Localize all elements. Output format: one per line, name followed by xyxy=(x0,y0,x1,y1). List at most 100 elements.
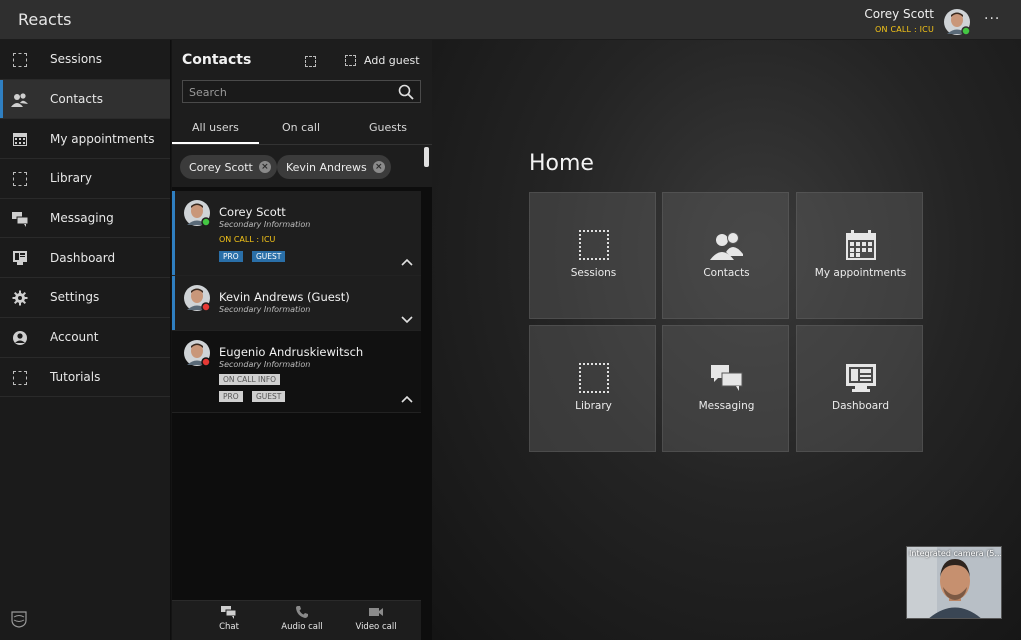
video-call-label: Video call xyxy=(355,622,397,632)
sidebar-item-dashboard[interactable]: Dashboard xyxy=(0,238,170,279)
audio-call-label: Audio call xyxy=(281,622,323,632)
close-icon[interactable]: × xyxy=(258,161,271,173)
chevron-up-icon[interactable] xyxy=(401,394,413,406)
philips-shield-icon xyxy=(10,610,28,628)
dashed-square-icon xyxy=(577,228,611,262)
sidebar-item-settings[interactable]: Settings xyxy=(0,278,170,318)
sidebar-item-messaging[interactable]: Messaging xyxy=(0,199,170,239)
current-user-name[interactable]: Corey Scott xyxy=(864,7,934,21)
tile-label: Library xyxy=(575,400,612,412)
sidebar-item-library[interactable]: Library xyxy=(0,159,170,199)
search-box xyxy=(182,80,421,103)
avatar[interactable] xyxy=(943,8,971,36)
add-guest-label: Add guest xyxy=(364,54,420,67)
contacts-panel: Contacts Add guest All users On call Gue… xyxy=(172,40,432,640)
tile-label: Dashboard xyxy=(832,400,889,412)
scrollbar[interactable] xyxy=(424,147,429,167)
tile-sessions[interactable]: Sessions xyxy=(529,192,656,319)
on-call-info-badge: ON CALL INFO xyxy=(219,374,281,385)
contact-secondary-info: Secondary Information xyxy=(219,305,311,314)
current-user-status: ON CALL : ICU xyxy=(875,25,934,34)
tab-all-users[interactable]: All users xyxy=(172,121,259,144)
phone-icon xyxy=(296,606,308,618)
contacts-icon xyxy=(11,91,29,109)
video-camera-icon xyxy=(369,608,383,616)
top-bar: Reacts Corey Scott ON CALL : ICU ··· xyxy=(0,0,1021,40)
close-icon[interactable]: × xyxy=(372,161,385,173)
chat-bubbles-icon xyxy=(221,606,237,619)
dashed-square-icon[interactable] xyxy=(305,56,316,67)
sidebar-item-label: Library xyxy=(50,171,92,186)
chat-label: Chat xyxy=(219,622,239,632)
tile-library[interactable]: Library xyxy=(529,325,656,452)
more-options-button[interactable]: ··· xyxy=(984,12,1000,28)
sidebar-item-label: Contacts xyxy=(50,92,103,107)
calendar-icon xyxy=(11,130,29,148)
sidebar-item-account[interactable]: Account xyxy=(0,318,170,358)
sidebar-item-label: Tutorials xyxy=(50,369,101,384)
chevron-up-icon[interactable] xyxy=(401,257,413,269)
contact-secondary-info: Secondary Information xyxy=(219,360,311,369)
contact-name: Corey Scott xyxy=(219,205,286,219)
tile-contacts[interactable]: Contacts xyxy=(662,192,789,319)
chat-bubbles-icon xyxy=(710,361,744,395)
tile-messaging[interactable]: Messaging xyxy=(662,325,789,452)
camera-preview[interactable]: Integrated camera (5... xyxy=(906,546,1002,619)
tile-label: My appointments xyxy=(814,267,907,279)
tab-on-call[interactable]: On call xyxy=(282,121,320,134)
selected-chip: Kevin Andrews × xyxy=(277,155,391,179)
sidebar-item-contacts[interactable]: Contacts xyxy=(0,79,170,120)
chip-label: Corey Scott xyxy=(189,160,253,174)
sidebar-item-label: Settings xyxy=(50,290,100,305)
avatar xyxy=(183,284,211,312)
calendar-icon xyxy=(844,228,878,262)
tile-label: Sessions xyxy=(570,267,617,279)
avatar xyxy=(183,339,211,367)
badge-pro: PRO xyxy=(219,391,243,402)
search-input[interactable] xyxy=(189,84,389,100)
contact-item[interactable]: Corey Scott Secondary Information ON CAL… xyxy=(172,191,421,276)
sidebar-item-label: My appointments xyxy=(50,131,155,146)
chat-bubbles-icon xyxy=(11,210,29,228)
sidebar-item-sessions[interactable]: Sessions xyxy=(0,40,170,80)
contact-name: Kevin Andrews (Guest) xyxy=(219,290,350,304)
tile-dashboard[interactable]: Dashboard xyxy=(796,325,923,452)
contacts-header: Contacts Add guest All users On call Gue… xyxy=(172,40,432,187)
avatar xyxy=(183,199,211,227)
sidebar-item-my-appointments[interactable]: My appointments xyxy=(0,119,170,160)
page-title: Home xyxy=(529,151,594,176)
add-guest-button[interactable]: Add guest xyxy=(345,54,420,67)
badge-guest: GUEST xyxy=(252,391,286,402)
tile-my-appointments[interactable]: My appointments xyxy=(796,192,923,319)
camera-label: Integrated camera (5... xyxy=(909,549,1002,558)
contact-name: Eugenio Andruskiewitsch xyxy=(219,345,364,359)
dashed-square-icon xyxy=(11,51,29,69)
contact-item[interactable]: Kevin Andrews (Guest) Secondary Informat… xyxy=(172,276,421,331)
contacts-title: Contacts xyxy=(182,52,252,68)
search-icon[interactable] xyxy=(398,84,414,100)
chip-label: Kevin Andrews xyxy=(286,160,367,174)
tile-label: Messaging xyxy=(698,400,755,412)
gear-icon xyxy=(11,289,29,307)
tile-label: Contacts xyxy=(703,267,750,279)
sidebar-item-label: Account xyxy=(50,330,99,345)
dashboard-icon xyxy=(844,361,878,395)
dashboard-icon xyxy=(11,249,29,267)
audio-call-button[interactable]: Audio call xyxy=(272,605,332,632)
sidebar-item-label: Sessions xyxy=(50,52,103,67)
video-call-button[interactable]: Video call xyxy=(346,605,406,632)
chevron-down-icon[interactable] xyxy=(401,313,413,325)
selected-chips: Corey Scott × Kevin Andrews × xyxy=(172,145,432,187)
selected-chip: Corey Scott × xyxy=(180,155,277,179)
tab-guests[interactable]: Guests xyxy=(369,121,407,134)
sidebar-item-tutorials[interactable]: Tutorials xyxy=(0,358,170,398)
badge-guest: GUEST xyxy=(252,251,286,262)
contact-item[interactable]: Eugenio Andruskiewitsch Secondary Inform… xyxy=(172,331,421,413)
contact-secondary-info: Secondary Information xyxy=(219,220,311,229)
chat-button[interactable]: Chat xyxy=(199,605,259,632)
dashed-square-icon xyxy=(345,55,356,66)
badge-pro: PRO xyxy=(219,251,243,262)
sidebar-item-label: Dashboard xyxy=(50,250,116,265)
contacts-icon xyxy=(710,228,744,262)
dashed-square-icon xyxy=(11,170,29,188)
